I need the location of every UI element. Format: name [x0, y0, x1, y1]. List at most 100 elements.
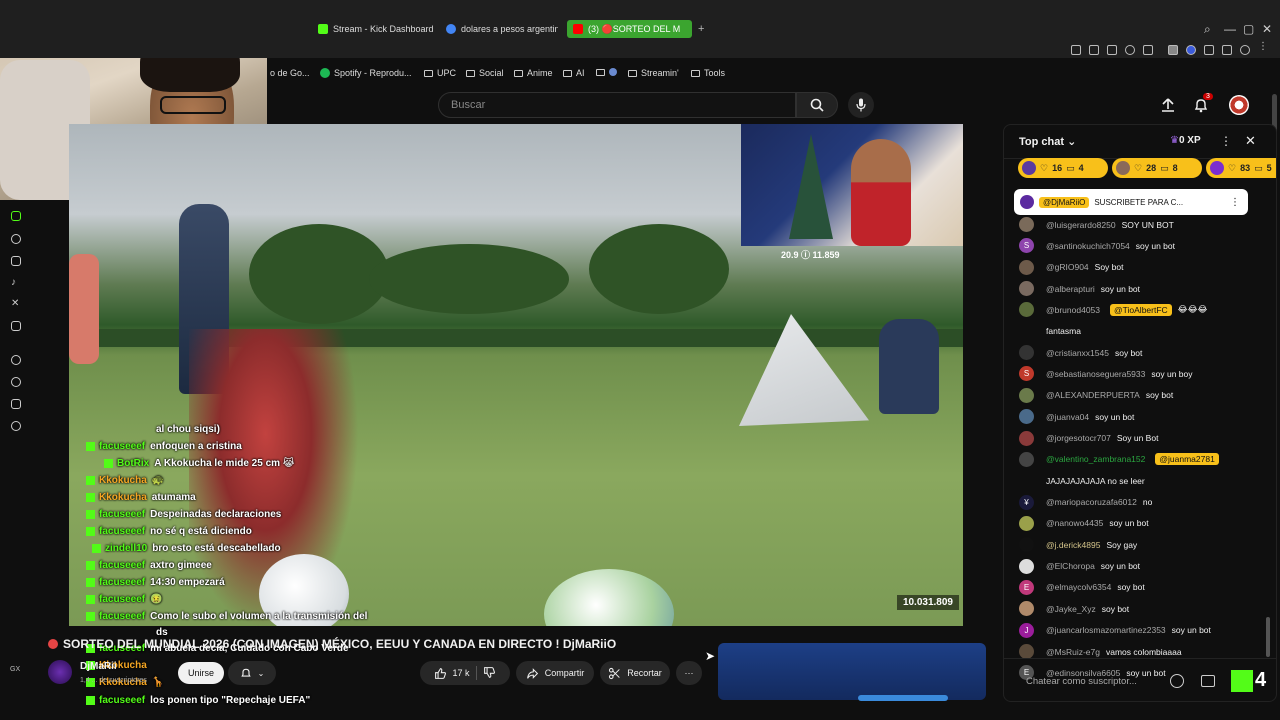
chat-username[interactable]: @elmaycolv6354 [1046, 582, 1111, 592]
dislike-button[interactable] [483, 666, 496, 681]
chat-username[interactable]: @ElChoropa [1046, 561, 1095, 571]
extension-icon-4[interactable] [1125, 45, 1135, 55]
super-chat-icon[interactable] [1201, 675, 1215, 687]
bookmark-go[interactable]: o de Go... [270, 68, 310, 78]
bookmark-streamin[interactable]: Streamin' [628, 68, 679, 78]
settings-icon[interactable] [11, 421, 21, 431]
twitch-icon[interactable] [11, 211, 21, 221]
chat-input[interactable]: Chatear como suscriptor... [1014, 671, 1182, 693]
extension-icon-8[interactable] [1204, 45, 1214, 55]
chat-message[interactable]: E @elmaycolv6354 soy bot [1019, 579, 1145, 595]
search-input[interactable]: Buscar [438, 92, 796, 118]
chat-mention[interactable]: @TioAlbertFC [1110, 303, 1172, 316]
chat-mention[interactable]: @juanma2781 [1155, 453, 1219, 466]
chat-message[interactable]: ¥ @mariopacoruzafa6012 no [1019, 494, 1152, 510]
bookmark-spotify[interactable]: Spotify - Reprodu... [320, 68, 412, 78]
chat-message[interactable]: JAJAJAJAJAJA no se leer [1019, 473, 1145, 488]
join-button[interactable]: Unirse [178, 662, 224, 684]
pinned-menu-icon[interactable]: ⋮ [1230, 197, 1240, 208]
tab-kick-dashboard[interactable]: Stream - Kick Dashboard [318, 20, 436, 38]
bookmark-tools[interactable]: Tools [691, 68, 725, 78]
like-button[interactable]: 17 k [434, 667, 470, 680]
voice-search-button[interactable] [848, 92, 874, 118]
search-tabs-icon[interactable]: ⌕ [1204, 22, 1211, 37]
super-chat-ticker-2[interactable]: ♡ 28 ▭ 8 [1112, 158, 1202, 178]
chat-mode-selector[interactable]: Top chat ⌄ [1019, 135, 1076, 148]
chat-message[interactable]: @brunod4053 @TioAlbertFC 😂😂😂 [1019, 302, 1207, 318]
chat-message[interactable]: @valentino_zambrana152 @juanma2781 [1019, 451, 1225, 467]
chat-message[interactable]: @ALEXANDERPUERTA soy bot [1019, 387, 1173, 403]
chat-menu-icon[interactable]: ⋮ [1220, 134, 1232, 148]
chat-message[interactable]: @nanowo4435 soy un bot [1019, 515, 1149, 531]
maximize-button[interactable]: ▢ [1243, 22, 1254, 36]
channel-avatar[interactable] [48, 660, 72, 684]
chat-username[interactable]: @Jayke_Xyz [1046, 604, 1096, 614]
tab-youtube-sorteo[interactable]: (3) 🔴SORTEO DEL M [567, 20, 692, 38]
history-icon[interactable] [11, 377, 21, 387]
extension-icon-5[interactable] [1143, 45, 1153, 55]
profile-icon[interactable] [1240, 45, 1250, 55]
upload-button[interactable] [1160, 97, 1176, 118]
chat-message[interactable]: @MsRuiz-e7g vamos colombiaaaa [1019, 644, 1182, 659]
tiktok-icon[interactable]: ♪ [11, 278, 21, 288]
discord-icon[interactable] [11, 321, 21, 331]
bookmark-ai[interactable]: AI [563, 68, 585, 78]
extension-icon-7[interactable] [1186, 45, 1196, 55]
browser-menu-icon[interactable]: ⋮ [1258, 41, 1268, 52]
chat-message[interactable]: J @juancarlosmazomartinez2353 soy un bot [1019, 622, 1211, 638]
clip-button[interactable]: Recortar [600, 661, 670, 685]
chat-message[interactable]: @juanva04 soy un bot [1019, 409, 1134, 425]
channel-name[interactable]: DjMaRii [80, 661, 117, 672]
chat-message[interactable]: @Jayke_Xyz soy bot [1019, 601, 1129, 617]
chat-username[interactable]: @luisgerardo8250 [1046, 220, 1116, 230]
chat-username[interactable]: @ALEXANDERPUERTA [1046, 390, 1140, 400]
chat-username[interactable]: @MsRuiz-e7g [1046, 647, 1100, 657]
whatsapp-icon[interactable] [11, 234, 21, 244]
sidebar-icon-gx[interactable]: GX [10, 666, 20, 673]
tab-dolares[interactable]: dolares a pesos argentino [446, 20, 558, 38]
account-avatar[interactable] [1229, 95, 1249, 115]
share-button[interactable]: Compartir [516, 661, 594, 685]
search-button[interactable] [796, 92, 838, 118]
extension-icon-1[interactable] [1071, 45, 1081, 55]
bookmark-upc[interactable]: UPC [424, 68, 456, 78]
chat-username[interactable]: @gRIO904 [1046, 262, 1089, 272]
super-chat-ticker-3[interactable]: ♡ 83 ▭ 5 [1206, 158, 1276, 178]
extensions-puzzle-icon[interactable] [1222, 45, 1232, 55]
close-window-button[interactable]: ✕ [1262, 22, 1272, 36]
promo-button[interactable] [858, 695, 948, 701]
subscribe-bell-button[interactable]: ⌄ [228, 661, 276, 685]
x-icon[interactable]: ✕ [11, 299, 21, 309]
extension-icon-6[interactable] [1168, 45, 1178, 55]
bookmark-anime[interactable]: Anime [514, 68, 553, 78]
minimize-button[interactable]: — [1224, 22, 1236, 36]
sidebar-icon-3[interactable] [11, 399, 21, 409]
sidebar-icon-1[interactable] [11, 355, 21, 365]
notifications-button[interactable]: 3 [1193, 93, 1213, 118]
chat-username[interactable]: @juanva04 [1046, 412, 1089, 422]
bookmark-social[interactable]: Social [466, 68, 504, 78]
chat-username[interactable]: @jorgesotocr707 [1046, 433, 1111, 443]
chat-username[interactable]: @sebastianoseguera5933 [1046, 369, 1145, 379]
emoji-icon[interactable] [1170, 674, 1184, 688]
chat-username[interactable]: @brunod4053 [1046, 305, 1100, 315]
chat-username[interactable]: @valentino_zambrana152 [1046, 454, 1145, 464]
chat-message[interactable]: S @santinokuchich7054 soy un bot [1019, 238, 1175, 254]
chat-username[interactable]: @santinokuchich7054 [1046, 241, 1130, 251]
chat-message[interactable]: @ElChoropa soy un bot [1019, 558, 1140, 574]
chat-message[interactable]: @j.derick4895 Soy gay [1019, 537, 1137, 553]
chat-message[interactable]: @jorgesotocr707 Soy un Bot [1019, 430, 1158, 446]
chat-message[interactable]: @cristianxx1545 soy bot [1019, 345, 1142, 361]
close-chat-icon[interactable]: ✕ [1245, 133, 1256, 149]
new-tab-button[interactable]: + [698, 20, 704, 38]
more-actions-button[interactable]: ··· [676, 661, 702, 685]
pinned-message[interactable]: @DjMaRiiO SUSCRIBETE PARA C... ⋮ [1014, 189, 1248, 215]
bookmark-folder[interactable] [596, 68, 617, 76]
promo-panel[interactable] [718, 643, 986, 701]
chat-message[interactable]: fantasma [1019, 324, 1081, 339]
extension-icon-3[interactable] [1107, 45, 1117, 55]
chat-username[interactable]: @nanowo4435 [1046, 518, 1103, 528]
chat-scrollbar[interactable] [1266, 617, 1270, 657]
chat-message[interactable]: @gRIO904 Soy bot [1019, 259, 1123, 275]
extension-icon-2[interactable] [1089, 45, 1099, 55]
